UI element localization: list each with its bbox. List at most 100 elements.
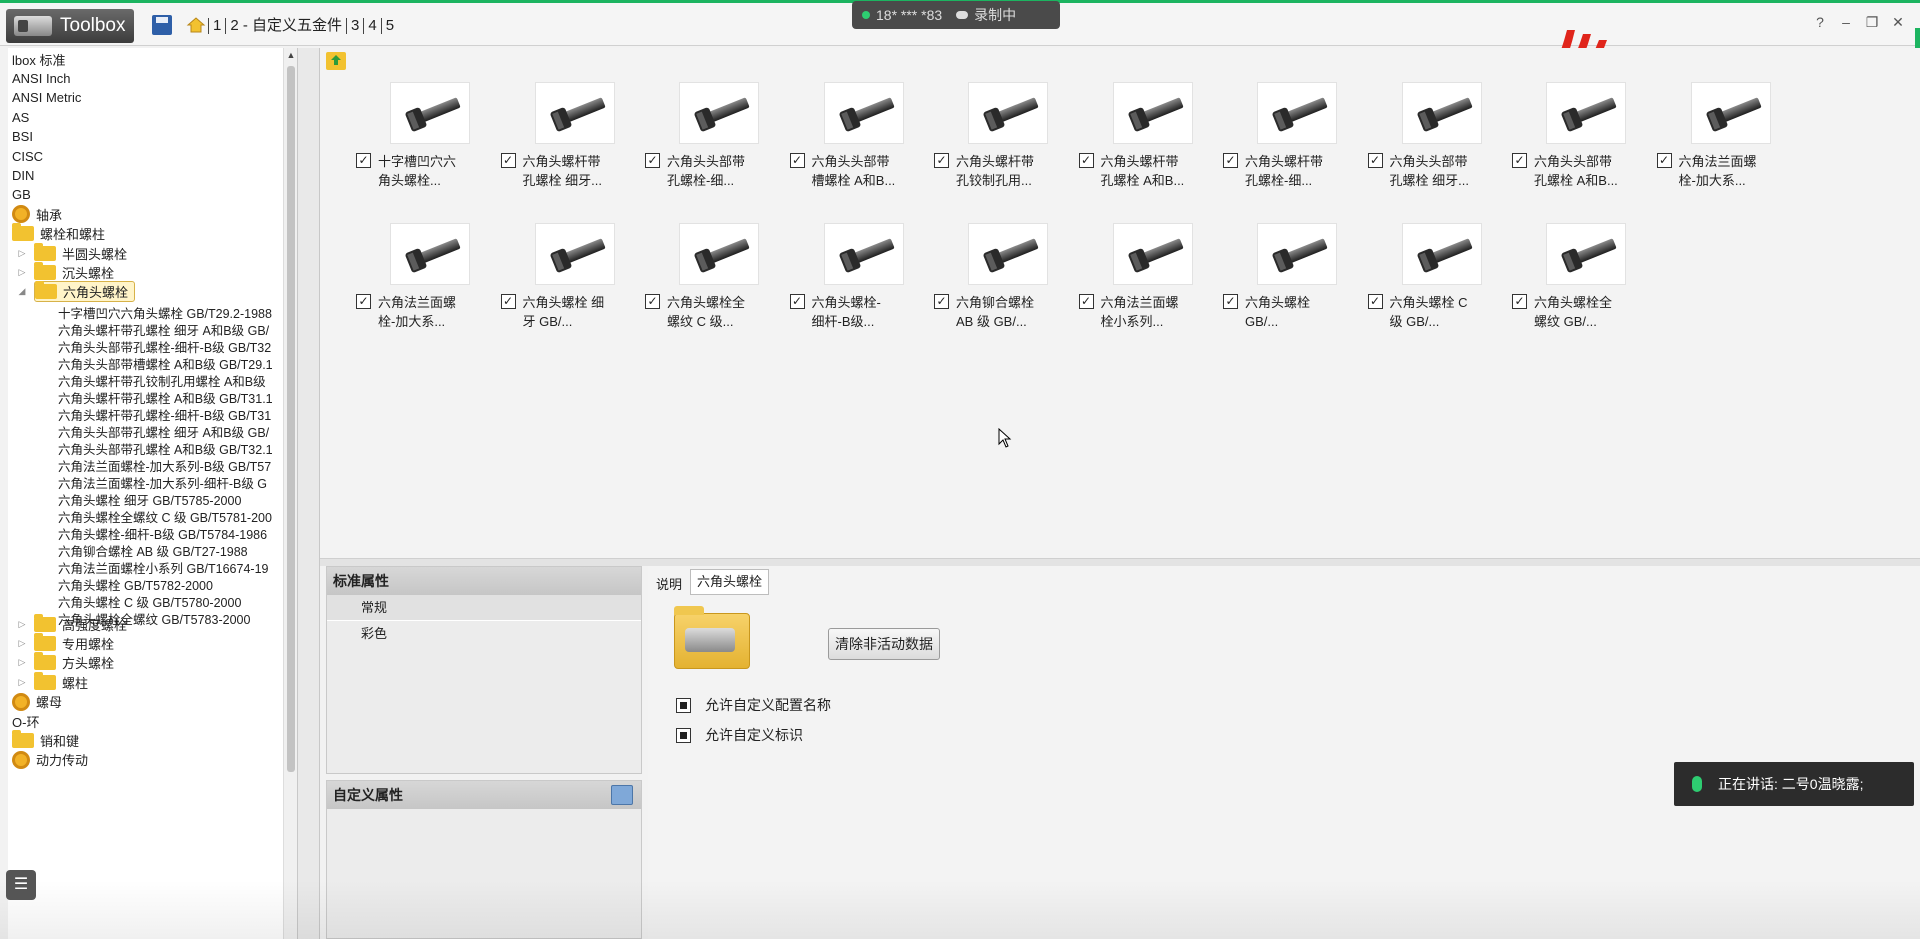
bolt-thumbnail[interactable] bbox=[1401, 82, 1482, 144]
part-card[interactable]: ✓ 六角头螺杆带 孔铰制孔用... bbox=[934, 82, 1074, 212]
part-checkbox[interactable]: ✓ bbox=[1223, 294, 1238, 309]
tree-item-content: 动力传动 bbox=[12, 750, 88, 769]
part-checkbox[interactable]: ✓ bbox=[645, 153, 660, 168]
allow-custom-id-option[interactable]: 允许自定义标识 bbox=[676, 725, 803, 745]
breadcrumb-item[interactable]: 1 bbox=[208, 18, 225, 34]
collapse-icon[interactable]: ◢ bbox=[16, 286, 28, 297]
clear-inactive-data-button[interactable]: 清除非活动数据 bbox=[828, 628, 940, 660]
scroll-up-icon[interactable]: ▲ bbox=[286, 50, 296, 60]
expand-icon[interactable]: ▷ bbox=[16, 619, 28, 630]
part-card[interactable]: ✓ 六角头螺栓- 细杆-B级... bbox=[789, 223, 930, 353]
part-checkbox[interactable]: ✓ bbox=[500, 153, 516, 168]
description-field[interactable]: 六角头螺栓 bbox=[690, 569, 770, 595]
part-checkbox[interactable]: ✓ bbox=[356, 294, 371, 309]
bolt-thumbnail[interactable] bbox=[1546, 82, 1626, 144]
part-card[interactable]: ✓ 六角头螺杆带 孔螺栓-细... bbox=[1223, 82, 1363, 212]
part-card[interactable]: ✓ 六角铆合螺栓 AB 级 GB/... bbox=[934, 223, 1074, 353]
expand-icon[interactable]: ▷ bbox=[16, 267, 28, 278]
bolt-thumbnail[interactable] bbox=[968, 223, 1048, 285]
part-card[interactable]: ✓ 六角头头部带 孔螺栓 A和B... bbox=[1512, 82, 1652, 212]
tree-scrollbar[interactable]: ▲ bbox=[283, 48, 297, 939]
tree-item-content: 方头螺栓 bbox=[34, 652, 114, 672]
vertical-splitter[interactable] bbox=[298, 48, 320, 939]
part-checkbox[interactable]: ✓ bbox=[1078, 294, 1094, 309]
part-card[interactable]: ✓ 六角头螺栓 细牙 GB/... bbox=[500, 223, 641, 353]
tree-item[interactable]: 动力传动 bbox=[12, 749, 88, 771]
part-card[interactable]: ✓ 六角法兰面螺 栓小系列... bbox=[1078, 223, 1219, 353]
part-checkbox[interactable]: ✓ bbox=[500, 294, 516, 309]
part-card[interactable]: ✓ 六角法兰面螺 栓-加大系... bbox=[356, 223, 496, 353]
tree-item-content: ANSI Inch bbox=[12, 71, 71, 86]
part-checkbox[interactable]: ✓ bbox=[789, 153, 805, 168]
breadcrumb-item[interactable]: 5 bbox=[380, 18, 398, 34]
bolt-thumbnail[interactable] bbox=[679, 223, 759, 285]
breadcrumb-item[interactable]: 4 bbox=[363, 18, 380, 34]
part-card[interactable]: ✓ 六角头头部带 孔螺栓-细... bbox=[645, 82, 785, 212]
bolt-thumbnail[interactable] bbox=[1401, 223, 1482, 285]
part-card[interactable]: ✓ 六角法兰面螺 栓-加大系... bbox=[1656, 82, 1797, 212]
bolt-thumbnail[interactable] bbox=[1257, 82, 1337, 144]
part-card[interactable]: ✓ 六角头螺栓全 螺纹 GB/... bbox=[1512, 223, 1652, 353]
up-folder-icon[interactable] bbox=[326, 52, 346, 70]
bolt-thumbnail[interactable] bbox=[968, 82, 1048, 144]
add-custom-property-icon[interactable] bbox=[611, 785, 633, 805]
save-icon[interactable] bbox=[152, 15, 172, 35]
prop-general[interactable]: 常规 bbox=[327, 595, 641, 621]
part-card[interactable]: ✓ 十字槽凹穴六 角头螺栓... bbox=[356, 82, 496, 212]
part-checkbox[interactable]: ✓ bbox=[1512, 153, 1527, 168]
part-card[interactable]: ✓ 六角头螺杆带 孔螺栓 细牙... bbox=[500, 82, 641, 212]
part-checkbox[interactable]: ✓ bbox=[1367, 294, 1383, 309]
part-checkbox[interactable]: ✓ bbox=[1367, 153, 1383, 168]
bolt-thumbnail[interactable] bbox=[1690, 82, 1771, 144]
tree-item[interactable]: ◢ 六角头螺栓 bbox=[16, 281, 136, 303]
option-checkbox[interactable] bbox=[676, 697, 691, 713]
bolt-thumbnail[interactable] bbox=[534, 82, 615, 144]
part-card[interactable]: ✓ 六角头头部带 孔螺栓 细牙... bbox=[1367, 82, 1508, 212]
scroll-thumb[interactable] bbox=[287, 66, 295, 772]
part-card[interactable]: ✓ 六角头螺栓全 螺纹 C 级... bbox=[645, 223, 785, 353]
part-card[interactable]: ✓ 六角头螺栓 C 级 GB/... bbox=[1367, 223, 1508, 353]
bolt-thumbnail[interactable] bbox=[1257, 223, 1337, 285]
prop-color[interactable]: 彩色 bbox=[327, 621, 641, 647]
bolt-thumbnail[interactable] bbox=[823, 82, 904, 144]
breadcrumb-item[interactable]: 3 bbox=[346, 18, 363, 34]
home-icon[interactable] bbox=[186, 15, 206, 35]
bolt-thumbnail[interactable] bbox=[534, 223, 615, 285]
part-label: 六角头螺栓全 螺纹 GB/... bbox=[1534, 293, 1646, 331]
part-checkbox[interactable]: ✓ bbox=[1656, 153, 1672, 168]
part-label: 六角头头部带 孔螺栓-细... bbox=[667, 152, 779, 190]
toolbox-tab[interactable]: Toolbox bbox=[6, 9, 134, 43]
part-checkbox[interactable]: ✓ bbox=[1512, 294, 1527, 309]
part-checkbox[interactable]: ✓ bbox=[934, 294, 949, 309]
part-checkbox[interactable]: ✓ bbox=[934, 153, 949, 168]
bolt-thumbnail[interactable] bbox=[1546, 223, 1626, 285]
option-checkbox[interactable] bbox=[676, 727, 691, 743]
menu-icon[interactable]: ☰ bbox=[6, 870, 36, 900]
library-tree[interactable]: lbox 标准 ANSI Inch ANSI Metric AS BSI CISC DIN G… bbox=[8, 48, 298, 939]
breadcrumb-item[interactable]: 2 - 自定义五金件 bbox=[225, 18, 346, 34]
bolt-thumbnail[interactable] bbox=[1112, 82, 1193, 144]
bolt-thumbnail[interactable] bbox=[1112, 223, 1193, 285]
bolt-thumbnail[interactable] bbox=[823, 223, 904, 285]
horizontal-splitter[interactable] bbox=[320, 558, 1920, 566]
expand-icon[interactable]: ▷ bbox=[16, 657, 28, 668]
bolt-thumbnail[interactable] bbox=[679, 82, 759, 144]
expand-icon[interactable]: ▷ bbox=[16, 638, 28, 649]
part-label-line1: 六角法兰面螺 bbox=[1100, 295, 1179, 310]
part-checkbox[interactable]: ✓ bbox=[789, 294, 805, 309]
part-checkbox[interactable]: ✓ bbox=[645, 294, 660, 309]
part-checkbox[interactable]: ✓ bbox=[1078, 153, 1094, 168]
allow-custom-config-name-option[interactable]: 允许自定义配置名称 bbox=[676, 695, 831, 715]
expand-icon[interactable]: ▷ bbox=[16, 248, 28, 259]
tree-item-content: DIN bbox=[12, 168, 34, 183]
expand-icon[interactable]: ▷ bbox=[16, 677, 28, 688]
bolt-thumbnail[interactable] bbox=[390, 223, 470, 285]
close-icon[interactable]: ✕ bbox=[1890, 14, 1906, 30]
bolt-thumbnail[interactable] bbox=[390, 82, 470, 144]
standard-properties-panel: 标准属性 常规 彩色 bbox=[326, 566, 642, 774]
part-card[interactable]: ✓ 六角头螺栓 GB/... bbox=[1223, 223, 1363, 353]
part-card[interactable]: ✓ 六角头螺杆带 孔螺栓 A和B... bbox=[1078, 82, 1219, 212]
part-checkbox[interactable]: ✓ bbox=[1223, 153, 1238, 168]
part-checkbox[interactable]: ✓ bbox=[356, 153, 371, 168]
part-card[interactable]: ✓ 六角头头部带 槽螺栓 A和B... bbox=[789, 82, 930, 212]
